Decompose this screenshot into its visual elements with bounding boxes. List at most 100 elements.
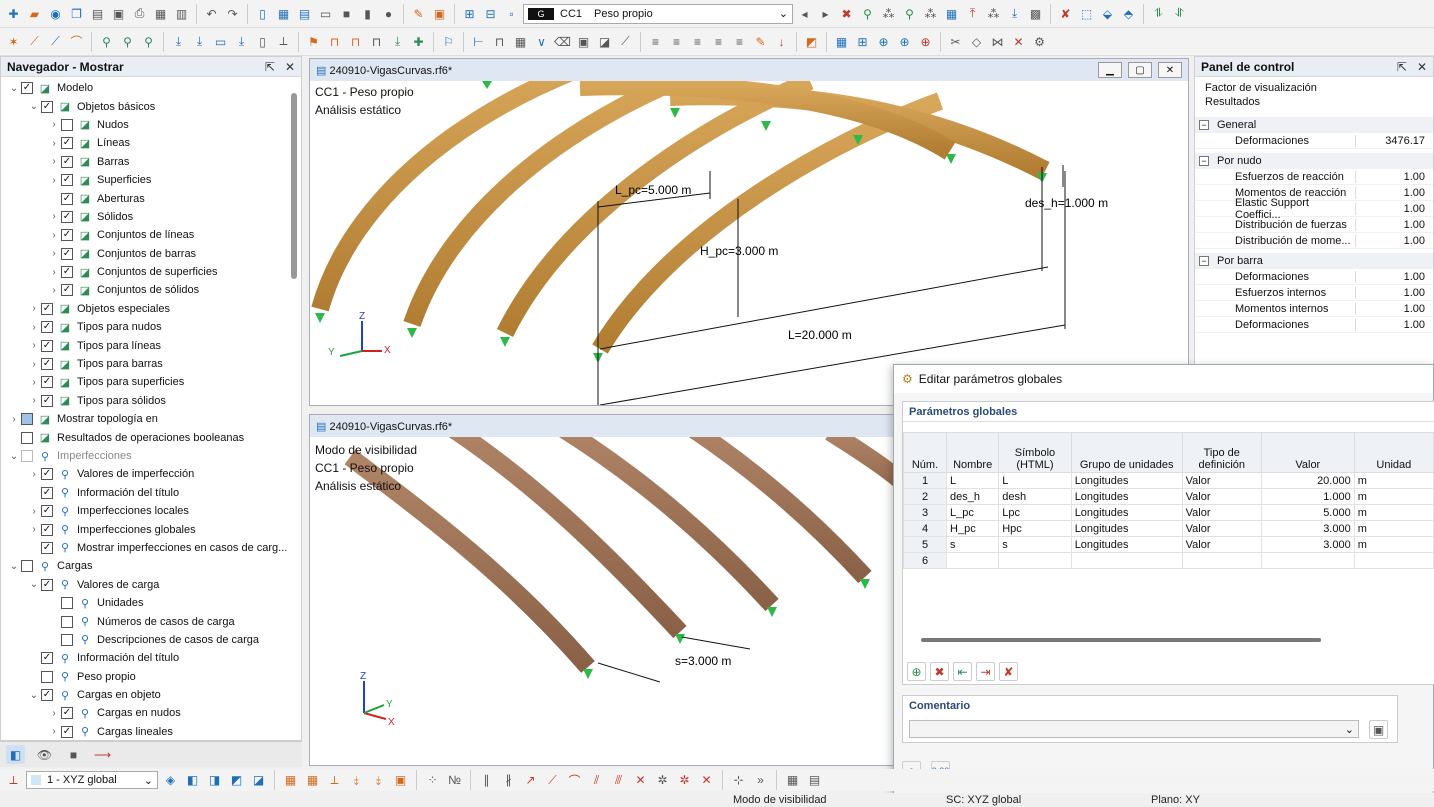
navigator-item[interactable]: ⌄ ✓ ◪ Modelo xyxy=(3,79,289,97)
table-cell[interactable]: 5.000 xyxy=(1260,504,1355,521)
values2-icon[interactable]: ⁂ xyxy=(921,4,940,23)
hatch2-icon[interactable]: ⫻ xyxy=(609,771,628,790)
table-cell[interactable]: Lpc xyxy=(998,504,1072,521)
visibility-checkbox[interactable]: ✓ xyxy=(41,578,53,591)
navigator-item[interactable]: › ✓ ◪ Barras xyxy=(3,153,289,171)
table-cell[interactable]: 3.000 xyxy=(1260,520,1355,537)
cp-section-header[interactable]: − General xyxy=(1195,117,1433,133)
visibility-checkbox[interactable] xyxy=(21,450,33,462)
visibility-checkbox[interactable]: ✓ xyxy=(61,210,73,223)
redo-icon[interactable]: ↷ xyxy=(223,4,242,23)
navigator-item[interactable]: › ✓ ◪ Tipos para nudos xyxy=(3,318,289,336)
align4-icon[interactable]: ≡ xyxy=(709,32,728,51)
save-icon[interactable]: ▣ xyxy=(109,4,128,23)
table-row[interactable]: 2 des_h desh Longitudes Valor 1.000 m xyxy=(902,488,1434,505)
render-mode2-icon[interactable]: ▦ xyxy=(303,771,322,790)
table-cell[interactable] xyxy=(1181,552,1262,569)
navigator-item[interactable]: ✓ ⚲ Información del título xyxy=(3,649,289,667)
copy-model-icon[interactable]: ❐ xyxy=(67,4,86,23)
console-icon[interactable]: ▭ xyxy=(316,4,335,23)
navigator-item[interactable]: › ◪ Nudos xyxy=(3,116,289,134)
pin-icon[interactable]: ⇱ xyxy=(1397,60,1407,74)
new-file-icon[interactable]: ✚ xyxy=(4,4,23,23)
view-iso-icon[interactable]: ◈ xyxy=(161,771,180,790)
comment-input[interactable]: ⌄ xyxy=(909,720,1359,738)
table-cell[interactable] xyxy=(1260,552,1355,569)
chevron-right-icon[interactable]: › xyxy=(47,708,61,719)
cp-row-value[interactable]: 1.00 xyxy=(1355,270,1433,283)
visibility-checkbox[interactable]: ✓ xyxy=(41,468,53,481)
table-cell[interactable]: m xyxy=(1353,504,1434,521)
cp-row-value[interactable]: 3476.17 xyxy=(1355,134,1433,147)
cp-row-value[interactable]: 1.00 xyxy=(1355,302,1433,315)
member-icon[interactable]: ⟋ xyxy=(46,32,65,51)
chevron-down-icon[interactable]: ⌄ xyxy=(27,101,41,112)
draw-tool-icon[interactable]: ✎ xyxy=(409,4,428,23)
undo-icon[interactable]: ↶ xyxy=(202,4,221,23)
panel-view-icon[interactable]: ▤ xyxy=(295,4,314,23)
table-cell[interactable]: L_pc xyxy=(946,504,1000,521)
view-flag-icon[interactable]: ⚐ xyxy=(439,32,458,51)
view-bottom-icon[interactable]: ◪ xyxy=(249,771,268,790)
chevron-right-icon[interactable]: › xyxy=(27,303,41,314)
numbering-icon[interactable]: № xyxy=(445,771,464,790)
data-tab-icon[interactable]: ◧ xyxy=(6,745,25,764)
cp-row[interactable]: Deformaciones 1.00 xyxy=(1195,269,1433,285)
close-button[interactable]: ✕ xyxy=(1158,62,1182,78)
cut-icon[interactable]: ✂ xyxy=(946,32,965,51)
table-view-icon[interactable]: ▯ xyxy=(253,4,272,23)
chevron-right-icon[interactable]: › xyxy=(47,138,61,149)
cross-icon[interactable]: ✕ xyxy=(631,771,650,790)
collapse-icon[interactable]: − xyxy=(1199,120,1209,130)
cube2-icon[interactable]: ⬙ xyxy=(1098,4,1117,23)
table-cell[interactable]: Longitudes xyxy=(1070,520,1183,537)
snap-toggle-icon[interactable]: ▤ xyxy=(805,771,824,790)
report-icon[interactable]: ▦ xyxy=(151,4,170,23)
visibility-checkbox[interactable] xyxy=(61,633,73,646)
import-icon[interactable]: ⇤ xyxy=(953,662,972,681)
cp-section-header[interactable]: − Por barra xyxy=(1195,253,1433,269)
print-report-icon[interactable]: ▤ xyxy=(88,4,107,23)
table-cell[interactable]: H_pc xyxy=(946,520,1000,537)
table-cell[interactable]: Valor xyxy=(1181,536,1262,553)
cp-row[interactable]: Deformaciones 3476.17 xyxy=(1195,133,1433,149)
close-icon[interactable]: ✕ xyxy=(285,60,295,74)
navigator-item[interactable]: › ✓ ⚲ Cargas lineales xyxy=(3,723,289,741)
visibility-checkbox[interactable]: ✓ xyxy=(61,725,73,738)
navigator-item[interactable]: › ✓ ◪ Conjuntos de líneas xyxy=(3,226,289,244)
frame2-icon[interactable]: ⊓ xyxy=(346,32,365,51)
star-node-icon[interactable]: ✶ xyxy=(4,32,23,51)
delete-all-icon[interactable]: ✘ xyxy=(999,662,1018,681)
grid-view-icon[interactable]: ▦ xyxy=(274,4,293,23)
bracket-icon[interactable]: ⊓ xyxy=(490,32,509,51)
model-info-icon[interactable]: ⊞ xyxy=(460,4,479,23)
visibility-checkbox[interactable]: ✓ xyxy=(41,394,53,407)
navigator-item[interactable]: › ◪ Mostrar topología en xyxy=(3,410,289,428)
table-cell[interactable] xyxy=(998,552,1072,569)
collapse-icon[interactable]: − xyxy=(1199,156,1209,166)
snap2-icon[interactable]: ⊕ xyxy=(895,32,914,51)
render-mode5-icon[interactable]: ⤈ xyxy=(369,771,388,790)
imperfection-icon[interactable]: ▯ xyxy=(253,32,272,51)
render-icon[interactable]: ● xyxy=(379,4,398,23)
table-cell[interactable]: Valor xyxy=(1181,472,1262,489)
brush-icon[interactable]: ✎ xyxy=(751,32,770,51)
close-icon[interactable]: ✕ xyxy=(1417,60,1427,74)
visibility-checkbox[interactable] xyxy=(21,431,33,444)
visibility-checkbox[interactable]: ✓ xyxy=(41,505,53,518)
filter-icon[interactable]: ⥮ xyxy=(1149,4,1168,23)
table-cell[interactable]: L xyxy=(998,472,1072,489)
cp-row[interactable]: Distribución de mome... 1.00 xyxy=(1195,233,1433,249)
visibility-checkbox[interactable] xyxy=(61,597,73,610)
parameters-table[interactable]: Núm. Nombre Símbolo (HTML) Grupo de unidade… xyxy=(902,432,1434,569)
render-mode3-icon[interactable]: ⟂ xyxy=(325,771,344,790)
arrow-tool-icon[interactable]: ↗ xyxy=(521,771,540,790)
insert-row-icon[interactable]: ⊕ xyxy=(907,662,926,681)
visibility-checkbox[interactable] xyxy=(21,560,33,573)
navigator-item[interactable]: › ✓ ◪ Tipos para líneas xyxy=(3,336,289,354)
visibility-checkbox[interactable]: ✓ xyxy=(61,174,73,187)
visibility-checkbox[interactable]: ✓ xyxy=(21,82,33,95)
view-top-icon[interactable]: ◩ xyxy=(227,771,246,790)
table-cell[interactable]: Longitudes xyxy=(1070,536,1183,553)
visibility-checkbox[interactable]: ✓ xyxy=(41,689,53,702)
